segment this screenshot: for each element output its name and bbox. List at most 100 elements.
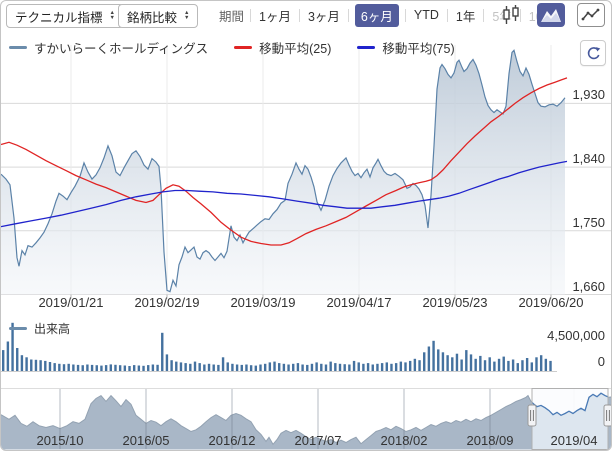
volume-bar — [366, 363, 370, 371]
volume-bar — [132, 365, 136, 371]
volume-bar — [100, 365, 103, 371]
period-button-1ヶ月[interactable]: 1ヶ月 — [257, 4, 293, 27]
volume-bar — [25, 357, 28, 371]
period-button-YTD[interactable]: YTD — [412, 6, 441, 24]
volume-bar — [385, 362, 388, 371]
x-axis-label: 2019/06/20 — [518, 295, 584, 310]
legend-marker — [357, 46, 376, 49]
volume-bar — [451, 357, 454, 371]
volume-bar — [30, 359, 33, 371]
volume-bar — [212, 364, 215, 371]
legend-item: 移動平均(25) — [234, 38, 331, 57]
volume-bar — [72, 364, 75, 371]
volume-bar — [34, 359, 38, 371]
volume-bar — [259, 364, 262, 371]
volume-bar — [474, 358, 477, 371]
volume-axis-max-label: 4,500,000 — [547, 328, 605, 343]
volume-bar — [142, 365, 145, 371]
volume-bar — [217, 364, 220, 371]
legend-label: 移動平均(75) — [382, 42, 455, 56]
volume-bar — [90, 364, 94, 371]
volume-bar — [161, 332, 164, 371]
volume-bar — [86, 364, 89, 371]
volume-bar — [235, 364, 239, 371]
volume-bar — [16, 348, 19, 371]
y-axis-label: 1,750 — [572, 214, 605, 230]
volume-bar — [165, 354, 169, 371]
volume-legend: 出来高 — [9, 320, 70, 337]
period-button-1年[interactable]: 1年 — [454, 4, 477, 27]
nav-axis-label: 2018/02 — [380, 433, 428, 448]
x-axis-label: 2019/02/19 — [134, 295, 200, 310]
updown-arrow-icon: ▲ ▼ — [109, 10, 115, 21]
volume-bar — [245, 364, 248, 371]
x-axis-label: 2019/01/21 — [38, 295, 104, 310]
refresh-button[interactable] — [580, 40, 606, 66]
volume-bar — [62, 364, 66, 371]
period-button-6ヶ月[interactable]: 6ヶ月 — [354, 3, 399, 27]
volume-bar — [441, 352, 445, 371]
symbol-compare-dropdown[interactable]: 銘柄比較 ▲ ▼ — [118, 4, 199, 28]
volume-axis-zero-label: 0 — [597, 354, 605, 369]
volume-bar — [114, 364, 117, 371]
candlestick-chart-icon[interactable] — [497, 3, 525, 27]
legend-label: 移動平均(25) — [259, 42, 332, 56]
volume-bar — [170, 360, 173, 371]
volume-bar — [460, 359, 463, 371]
volume-bar — [76, 364, 80, 371]
volume-bar — [525, 358, 529, 371]
technical-indicator-dropdown[interactable]: テクニカル指標 ▲ ▼ — [6, 4, 124, 28]
volume-bar — [493, 361, 496, 371]
volume-bar — [249, 365, 253, 371]
volume-bar — [296, 363, 300, 371]
volume-bar — [306, 364, 309, 371]
volume-bar — [357, 362, 360, 371]
volume-bar — [203, 364, 206, 371]
volume-bar — [394, 363, 398, 371]
volume-bar — [226, 362, 229, 371]
nav-handle-right[interactable] — [603, 404, 612, 427]
volume-bar — [67, 363, 70, 371]
volume-bar — [413, 358, 417, 371]
volume-bar — [118, 365, 122, 371]
volume-bar — [2, 350, 5, 371]
volume-bar — [20, 355, 24, 371]
updown-arrow-icon: ▲ ▼ — [184, 10, 190, 21]
volume-bar — [254, 365, 258, 371]
volume-bar — [292, 363, 295, 371]
volume-bar — [469, 354, 473, 371]
volume-bar — [507, 360, 510, 371]
volume-bar — [268, 362, 272, 371]
volume-bar — [147, 365, 150, 371]
volume-bar — [95, 365, 98, 371]
volume-bar — [324, 364, 328, 371]
volume-bar — [278, 363, 281, 371]
line-chart-icon[interactable] — [577, 3, 605, 27]
volume-bar — [521, 360, 524, 371]
volume-bar — [437, 349, 440, 371]
volume-bar — [390, 363, 393, 371]
volume-bar — [151, 364, 155, 371]
volume-bar — [343, 364, 346, 371]
volume-bar — [81, 365, 84, 371]
volume-bar — [423, 352, 426, 371]
volume-bar — [497, 358, 501, 371]
volume-bar — [427, 346, 431, 371]
volume-bar — [179, 362, 183, 371]
volume-bar — [282, 363, 286, 371]
volume-bar — [6, 341, 10, 371]
period-button-3ヶ月[interactable]: 3ヶ月 — [306, 4, 342, 27]
volume-bar — [198, 363, 201, 371]
volume-bar — [58, 363, 61, 371]
nav-handle-left[interactable] — [527, 404, 537, 427]
volume-bar — [221, 357, 225, 371]
volume-bar — [380, 363, 384, 371]
symbol-compare-dropdown-label: 銘柄比較 — [127, 10, 178, 25]
volume-bar — [48, 362, 52, 371]
volume-bar — [371, 364, 374, 371]
volume-bar — [352, 360, 356, 371]
volume-bar — [207, 363, 211, 371]
x-axis-label: 2019/04/17 — [326, 295, 392, 310]
volume-legend-marker — [9, 327, 27, 330]
area-chart-icon[interactable] — [537, 3, 565, 27]
